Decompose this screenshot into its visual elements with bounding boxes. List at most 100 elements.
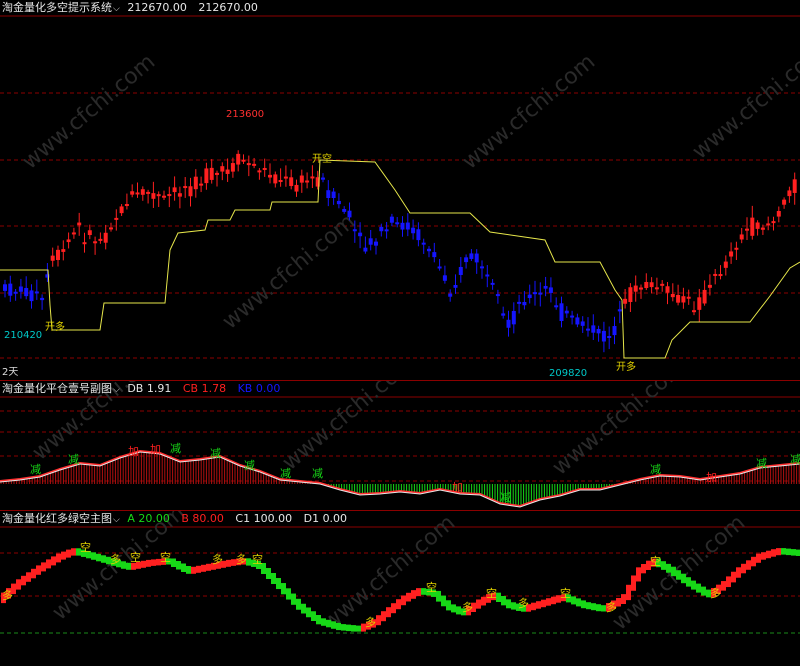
- trend-block: [546, 598, 551, 606]
- trend-block: [696, 583, 701, 593]
- candle-body: [755, 222, 760, 229]
- trend-block: [271, 573, 276, 584]
- candle-body: [342, 209, 347, 212]
- candle-body: [395, 222, 400, 225]
- position-indicator-chart[interactable]: www.cfchi.com www.cfchi.com www.cfchi.com减…: [0, 381, 800, 511]
- trend-block: [301, 603, 306, 614]
- candle-body: [718, 274, 723, 277]
- trend-block: [596, 604, 601, 612]
- trend-block: [756, 553, 761, 563]
- candle-body: [8, 283, 13, 296]
- candle-body: [670, 294, 675, 298]
- candle-body: [347, 210, 352, 218]
- candle-body: [533, 292, 537, 295]
- candle-body: [262, 167, 267, 170]
- stop-line: [0, 159, 800, 359]
- trend-block: [581, 600, 586, 609]
- trend-block: [501, 596, 506, 606]
- trend-block: [196, 565, 201, 573]
- trend-block: [91, 552, 96, 560]
- candle-body: [61, 249, 66, 252]
- chevron-down-icon[interactable]: ⌵: [113, 385, 120, 395]
- candle-body: [321, 177, 325, 180]
- chevron-down-icon[interactable]: ⌵: [113, 4, 120, 14]
- trend-block: [416, 588, 421, 597]
- candle-body: [379, 226, 384, 232]
- candle-body: [93, 241, 98, 244]
- trend-block: [191, 566, 196, 574]
- trend-block: [41, 562, 46, 572]
- indicator-title[interactable]: 淘金量化多空提示系统: [2, 1, 112, 14]
- candle-body: [331, 191, 336, 199]
- trend-block: [766, 550, 771, 559]
- candle-body: [771, 221, 776, 224]
- indicator-title[interactable]: 淘金量化红多绿空主图: [2, 512, 112, 525]
- candle-body: [745, 228, 749, 231]
- trend-block: [586, 602, 591, 610]
- trend-block: [576, 598, 581, 607]
- candle-body: [421, 242, 426, 245]
- indicator-title[interactable]: 淘金量化平仓壹号副图: [2, 382, 112, 395]
- chevron-down-icon[interactable]: ⌵: [113, 515, 120, 525]
- trend-block: [346, 624, 351, 632]
- period-label: 2天: [2, 367, 19, 378]
- candle-body: [400, 222, 405, 230]
- position-indicator-pane[interactable]: 淘金量化平仓壹号副图⌵ DB 1.91 CB 1.78 KB 0.00 www.…: [0, 380, 800, 511]
- indicator-value-1: 212670.00: [127, 1, 187, 14]
- trend-block: [276, 578, 281, 590]
- candle-body: [82, 242, 87, 245]
- candle-body: [612, 326, 617, 336]
- candle-body: [172, 187, 177, 193]
- candlestick-chart[interactable]: www.cfchi.com www.cfchi.com www.cfchi.com w…: [0, 0, 800, 380]
- candle-body: [405, 222, 410, 230]
- trend-block: [691, 580, 696, 590]
- signal-mark: 加: [150, 443, 161, 456]
- trend-block: [286, 588, 291, 600]
- trend-block: [636, 567, 641, 582]
- trend-block: [506, 599, 511, 609]
- watermark: www.cfchi.com: [18, 49, 160, 174]
- signal-mark: 减: [170, 442, 181, 455]
- candle-body: [580, 321, 585, 326]
- candle-body: [543, 285, 548, 289]
- trend-indicator-pane[interactable]: 淘金量化红多绿空主图⌵ A 20.00 B 80.00 C1 100.00 D1…: [0, 510, 800, 666]
- trend-block: [146, 559, 151, 567]
- trend-block: [176, 561, 181, 570]
- trend-block: [571, 596, 576, 605]
- candle-body: [548, 287, 553, 293]
- candle-body: [87, 230, 92, 236]
- candle-body: [474, 253, 479, 263]
- trend-block: [786, 548, 791, 556]
- candle-body: [665, 286, 670, 293]
- trend-block: [686, 577, 691, 587]
- trend-block: [661, 561, 666, 570]
- candle-body: [193, 176, 198, 190]
- candle-body: [188, 186, 193, 197]
- trend-block: [206, 563, 211, 571]
- trend-block: [676, 570, 681, 580]
- candle-body: [570, 315, 575, 318]
- trend-block: [326, 619, 331, 628]
- trend-block: [31, 568, 36, 579]
- trend-indicator-chart[interactable]: www.cfchi.com www.cfchi.com www.cfchi.com多…: [0, 511, 800, 666]
- candle-body: [469, 253, 474, 259]
- main-chart-pane[interactable]: 淘金量化多空提示系统⌵ 212670.00 212670.00 www.cfch…: [0, 0, 800, 380]
- candle-body: [723, 261, 728, 268]
- candle-body: [299, 175, 304, 183]
- signal-mark: 空: [130, 550, 141, 564]
- trend-block: [26, 572, 31, 582]
- trend-block: [736, 567, 741, 578]
- trend-block: [591, 603, 596, 611]
- candle-body: [119, 206, 124, 214]
- watermark: www.cfchi.com: [688, 39, 800, 164]
- candle-body: [760, 227, 765, 230]
- trend-block: [796, 549, 800, 556]
- candle-body: [18, 286, 23, 292]
- trend-block: [351, 625, 356, 632]
- candle-body: [458, 266, 463, 275]
- signal-mark: 减: [650, 463, 661, 476]
- position-indicator-header: 淘金量化平仓壹号副图⌵ DB 1.91 CB 1.78 KB 0.00: [0, 381, 288, 397]
- candle-body: [40, 297, 45, 301]
- candle-body: [713, 273, 718, 276]
- candle-body: [734, 247, 739, 250]
